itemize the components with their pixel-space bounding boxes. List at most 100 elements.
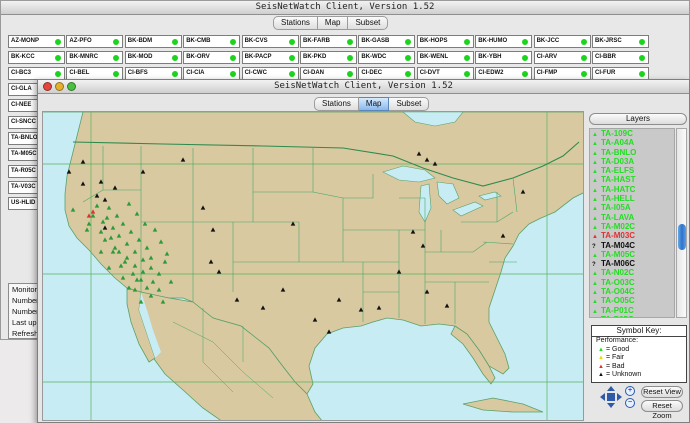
stations-window-titlebar[interactable]: SeisNetWatch Client, Version 1.52 [1,1,689,15]
scrollbar-thumb[interactable] [678,224,686,250]
layer-item[interactable]: ? TA-M04C [590,241,674,250]
layer-item[interactable]: ▲ TA-O04C [590,287,674,296]
layer-label: TA-I05A [601,203,631,213]
station-cell[interactable]: BK-JCC [533,35,591,48]
station-cell[interactable]: BK-FARB [300,35,357,48]
station-cell[interactable]: BK-CMB [183,35,241,48]
tab-stations[interactable]: Stations [273,16,318,30]
layer-item[interactable]: ▲ TA-M03C [590,231,674,240]
station-cell-label: BK-ORV [186,54,210,60]
tab-subset[interactable]: Subset [348,16,389,30]
layer-item[interactable]: ▲ TA-A04A [590,138,674,147]
layer-item[interactable]: ? TA-M06C [590,259,674,268]
station-cell[interactable]: AZ-PFO [66,35,124,48]
layers-scrollbar[interactable] [676,128,687,318]
symbol-key: Symbol Key: Performance: ▲ = Good ▲ = Fair ▲… [591,325,687,383]
layer-label: TA-A04A [601,138,635,148]
station-cell[interactable]: BK-BDM [124,35,182,48]
layer-item[interactable]: ▲ TA-HELL [590,194,674,203]
pan-arrows-icon[interactable] [600,386,622,408]
layer-item[interactable]: ▲ TA-HATC [590,185,674,194]
layer-item[interactable]: ▲ TA-O03C [590,278,674,287]
close-button[interactable] [43,82,52,91]
map-window-titlebar[interactable]: SeisNetWatch Client, Version 1.52 [38,80,689,94]
status-dot-icon [347,71,353,77]
station-cell[interactable]: BK-YBH [475,51,533,64]
layer-item[interactable]: ▲ TA-BNLO [590,148,674,157]
layers-list[interactable]: ▲ TA-109C ▲ TA-A04A ▲ TA-BNLO ▲ TA-D03A ▲ TA-ELFS… [589,128,675,318]
station-cell[interactable]: BK-HUMO [475,35,533,48]
layer-label: TA-P01C [601,305,634,315]
layer-item[interactable]: ▲ TA-P01C [590,306,674,315]
zoom-in-icon[interactable]: + [625,386,635,396]
layer-item[interactable]: ▲ TA-D03A [590,157,674,166]
layer-item[interactable]: ▲ TA-LAVA [590,213,674,222]
symbol-key-label: = Fair [606,354,625,362]
layer-item[interactable]: ▲TA-P05C [590,315,674,317]
layer-label: TA-O05C [601,296,635,306]
layer-item[interactable]: ▲ TA-ELFS [590,166,674,175]
layer-label: TA-M04C [601,240,636,250]
station-cell[interactable]: BK-WDC [358,51,416,64]
symbol-key-entry: ▲ = Fair [592,354,686,363]
layer-label: TA-O04C [601,287,635,297]
station-cell[interactable]: CI-ARV [533,51,591,64]
layer-item[interactable]: ▲ TA-O05C [590,296,674,305]
layer-item[interactable]: ▲ TA-M05C [590,250,674,259]
layer-item[interactable]: ▲ TA-109C [590,129,674,138]
stations-window-title: SeisNetWatch Client, Version 1.52 [255,2,435,12]
minimize-button[interactable] [55,82,64,91]
station-cell-label: CI-CWC [244,70,267,76]
tab-subset[interactable]: Subset [389,97,430,111]
layer-item[interactable]: ▲ TA-M02C [590,222,674,231]
station-cell-label: CI-FMP [536,70,558,76]
layer-item[interactable]: ▲ TA-I05A [590,203,674,212]
zoom-out-icon[interactable]: − [625,398,635,408]
status-dot-icon [171,55,178,61]
layer-item[interactable]: ▲ TA-HAST [590,175,674,184]
layer-item[interactable]: ▲ TA-N02C [590,268,674,277]
status-dot-icon [405,39,412,45]
station-cell[interactable]: BK-HOPS [416,35,474,48]
station-cell-label: BK-JCC [536,38,560,44]
map-svg[interactable] [43,112,584,421]
stations-window-tabs: Stations Map Subset [273,16,389,30]
reset-view-button[interactable]: Reset View [641,386,683,398]
station-cell-label: BK-GASB [361,38,390,44]
status-dot-icon [347,39,353,45]
station-cell[interactable]: BK-CVS [241,35,299,48]
station-cell-label: CI-BC3 [11,70,32,76]
layer-label: TA-M06C [601,259,636,269]
station-cell[interactable]: BK-MNRC [66,51,124,64]
layer-label: TA-HELL [601,194,635,204]
station-cell-label: CI-BFS [127,70,148,76]
map-canvas[interactable] [42,111,584,421]
zoom-button[interactable] [67,82,76,91]
tab-map[interactable]: Map [358,97,390,111]
status-dot-icon [522,71,529,77]
status-dot-icon [55,55,61,61]
desktop: SeisNetWatch Client, Version 1.52 Statio… [0,0,690,423]
tab-stations[interactable]: Stations [314,97,359,111]
status-dot-icon [288,55,295,61]
station-cell[interactable]: BK-WENL [416,51,474,64]
station-cell-label: BK-HUMO [478,38,508,44]
station-cell[interactable]: BK-KCC [8,51,65,64]
tab-map[interactable]: Map [317,16,349,30]
reset-zoom-button[interactable]: Reset Zoom [641,400,683,420]
station-cell[interactable]: BK-JRSC [592,35,649,48]
station-cell-label: BK-PACP [244,54,272,60]
station-cell[interactable]: BK-PACP [241,51,299,64]
station-cell-label: BK-HOPS [419,38,448,44]
station-cell[interactable]: BK-GASB [358,35,416,48]
station-cell-label: BK-WDC [361,54,387,60]
layer-label: TA-LAVA [601,212,635,222]
status-dot-icon [522,39,529,45]
layer-label: TA-P05C [601,315,634,317]
layers-button[interactable]: Layers [589,113,687,125]
station-cell[interactable]: BK-PKD [300,51,357,64]
station-cell[interactable]: CI-BBR [592,51,649,64]
station-cell[interactable]: BK-ORV [183,51,241,64]
station-cell[interactable]: AZ-MONP [8,35,65,48]
station-cell[interactable]: BK-MOD [124,51,182,64]
